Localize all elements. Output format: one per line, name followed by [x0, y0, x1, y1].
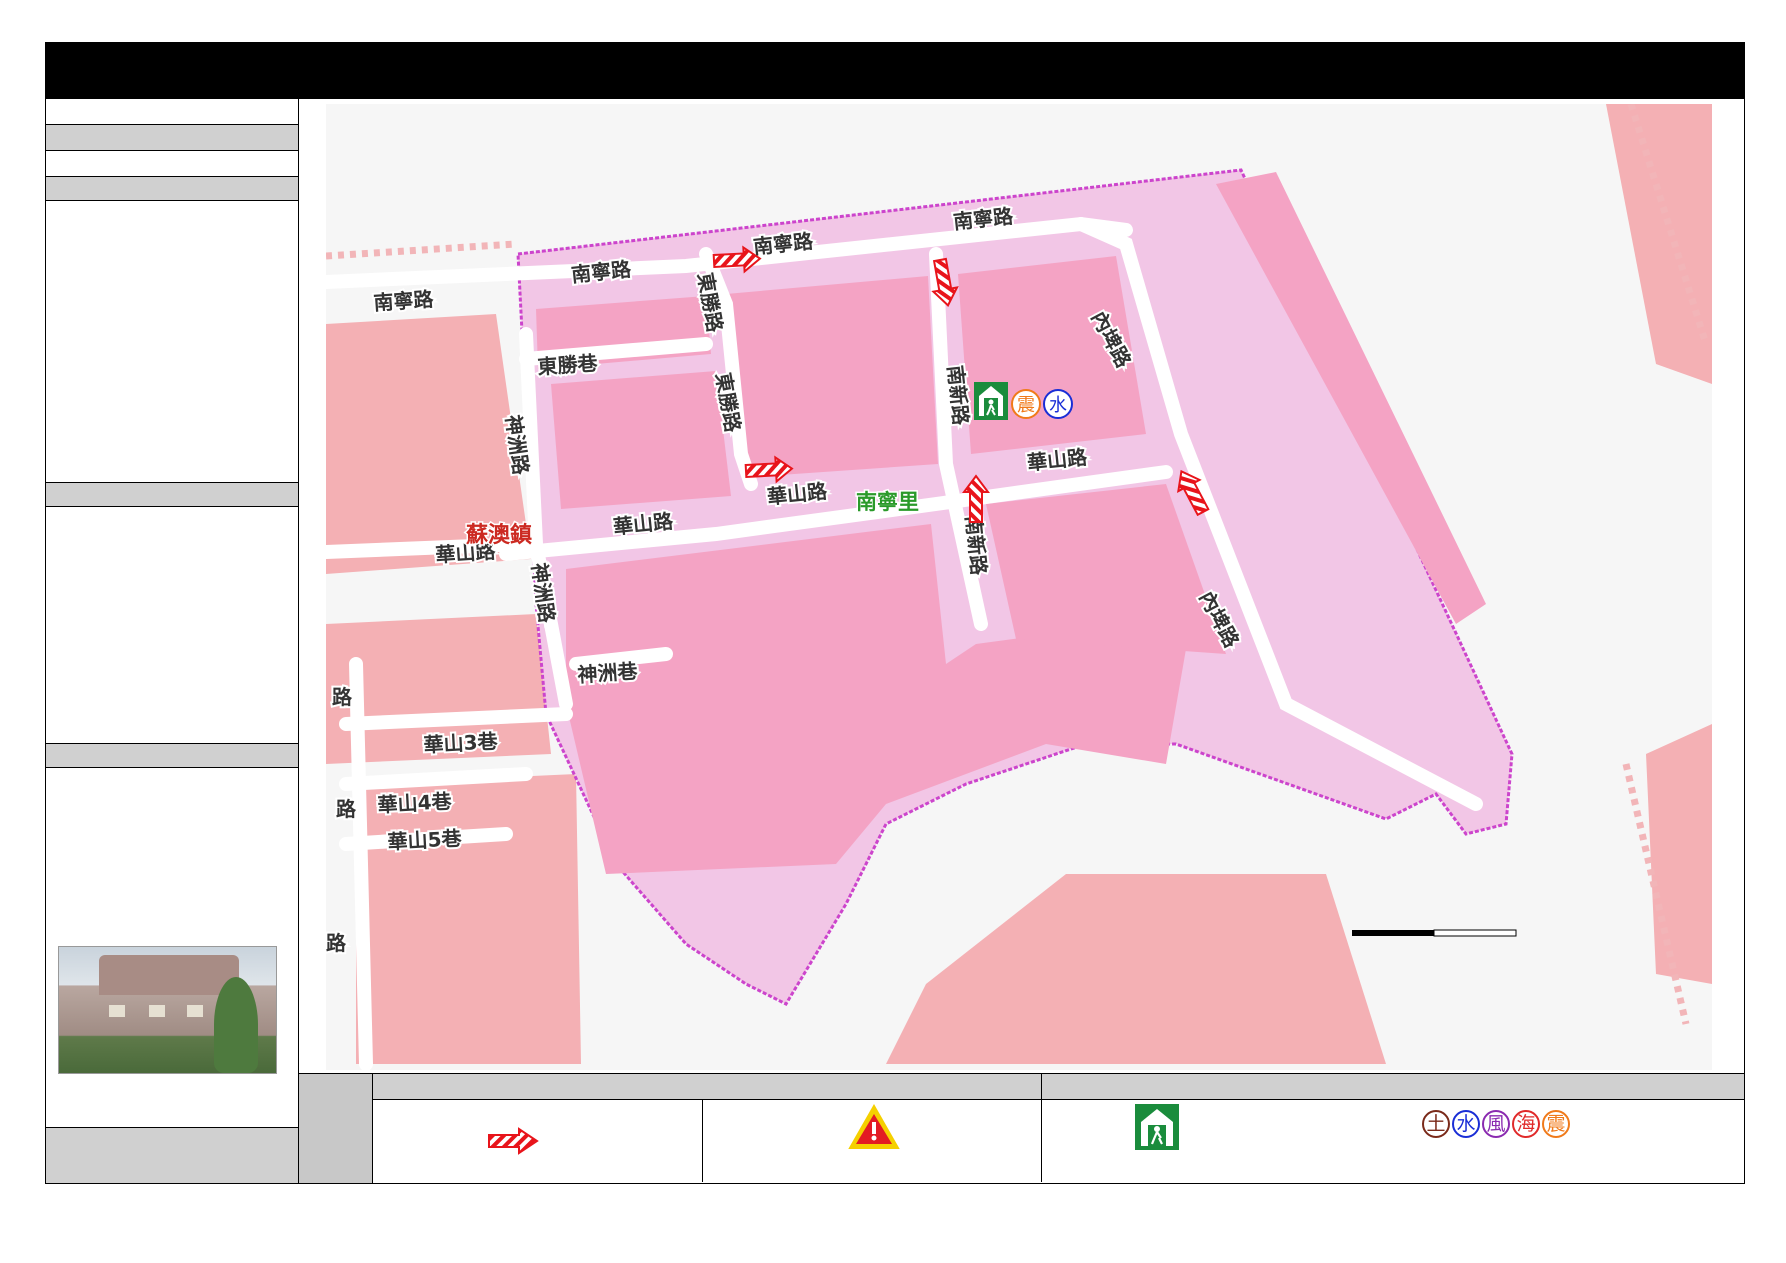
hazard-water-icon: 水: [1043, 389, 1073, 419]
photo-window: [109, 1005, 125, 1017]
hazard-glyph: 水: [1049, 395, 1067, 416]
sidebar-header-1: [46, 125, 298, 151]
legend-cell-danger: [703, 1100, 1042, 1182]
evacuation-map[interactable]: 南寧路 南寧路 南寧路 南寧路 東勝路 東勝路 東勝巷 內埤路 內埤路 南新路 …: [326, 104, 1712, 1070]
shelter-icon: [1135, 1104, 1179, 1150]
hazard-water-icon: 水: [1452, 1110, 1480, 1138]
photo-tree: [214, 977, 258, 1073]
sidebar-row-2: [46, 151, 298, 177]
hatched-arrow-icon: [488, 1127, 539, 1155]
hazard-earthquake-icon: 震: [1542, 1110, 1570, 1138]
legend-header-right: [1042, 1074, 1744, 1100]
road-label: 路: [332, 685, 353, 709]
hazard-earthquake-icon: 震: [1011, 389, 1041, 419]
road-label: 東勝巷: [537, 351, 600, 379]
info-sidebar: [46, 99, 299, 1183]
road-label: 路: [336, 797, 357, 821]
road-label: 南寧路: [373, 287, 436, 315]
title-bar: [46, 43, 1744, 99]
hazard-soil-icon: 土: [1422, 1110, 1450, 1138]
legend-label-cell: [299, 1074, 373, 1183]
sidebar-panel-1: [46, 201, 298, 483]
road-label: 路: [326, 931, 347, 955]
road-label: 神洲巷: [577, 659, 640, 687]
shelter-photo: [58, 946, 277, 1074]
road-label: 華山5巷: [387, 826, 463, 854]
district-label: 蘇澳鎮: [465, 522, 532, 548]
sidebar-header-4: [46, 744, 298, 768]
road-label: 華山3巷: [423, 729, 499, 757]
hazard-glyph: 震: [1017, 395, 1035, 416]
road-label: 華山4巷: [377, 789, 453, 817]
sidebar-row-1: [46, 99, 298, 125]
hazard-badges: 土水風海震: [1422, 1110, 1572, 1138]
hazard-sea-icon: 海: [1512, 1110, 1540, 1138]
sidebar-header-2: [46, 177, 298, 201]
hazard-wind-icon: 風: [1482, 1110, 1510, 1138]
photo-window: [187, 1005, 203, 1017]
legend-cell-shelter: 土水風海震: [1042, 1100, 1744, 1182]
sidebar-panel-2: [46, 507, 298, 744]
photo-roof: [99, 955, 239, 995]
shelter-icon[interactable]: [974, 382, 1008, 420]
village-label: 南寧里: [856, 490, 919, 514]
sidebar-header-3: [46, 483, 298, 507]
sidebar-footer: [46, 1128, 298, 1183]
photo-window: [149, 1005, 165, 1017]
scale-bar: [1352, 929, 1517, 937]
legend-cell-evacuation: [373, 1100, 703, 1182]
map-sheet: 南寧路 南寧路 南寧路 南寧路 東勝路 東勝路 東勝巷 內埤路 內埤路 南新路 …: [45, 42, 1745, 1184]
warning-triangle-icon: [848, 1104, 900, 1149]
legend: 土水風海震: [299, 1073, 1744, 1183]
legend-header-left: [373, 1074, 1042, 1100]
